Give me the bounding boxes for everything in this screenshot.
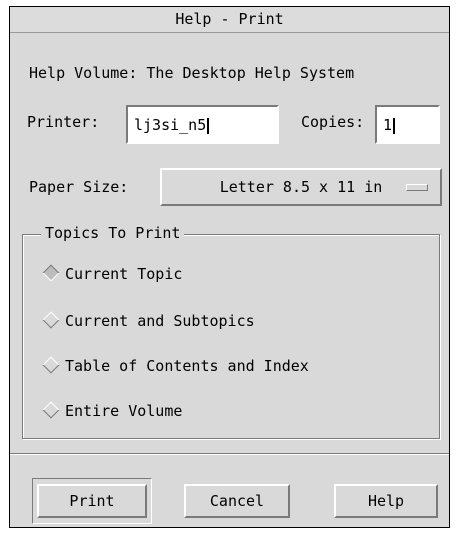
copies-label: Copies: — [301, 113, 365, 131]
radio-label: Entire Volume — [65, 402, 183, 420]
radio-diamond-icon — [42, 401, 60, 418]
radio-diamond-icon — [42, 264, 60, 281]
paper-size-menu-button[interactable]: Letter 8.5 x 11 in — [160, 168, 442, 206]
print-dialog: Help - Print Help Volume: The Desktop He… — [9, 6, 450, 528]
text-cursor — [393, 117, 396, 134]
radio-diamond-icon — [42, 311, 60, 328]
text-cursor — [207, 117, 210, 134]
printer-value: lj3si_n5 — [134, 116, 207, 134]
radio-current-and-subtopics[interactable]: Current and Subtopics — [42, 311, 255, 330]
radio-entire-volume[interactable]: Entire Volume — [42, 401, 183, 420]
separator — [10, 453, 449, 455]
radio-toc-and-index[interactable]: Table of Contents and Index — [42, 356, 309, 375]
paper-size-value: Letter 8.5 x 11 in — [219, 178, 383, 196]
printer-input[interactable]: lj3si_n5 — [126, 105, 279, 144]
copies-input[interactable]: 1 — [375, 105, 440, 144]
radio-diamond-icon — [42, 356, 60, 373]
option-menu-icon — [406, 184, 428, 191]
help-button[interactable]: Help — [334, 484, 438, 518]
radio-current-topic[interactable]: Current Topic — [42, 264, 183, 283]
cancel-button[interactable]: Cancel — [184, 484, 290, 518]
print-button[interactable]: Print — [37, 484, 147, 518]
paper-size-label: Paper Size: — [29, 178, 129, 196]
copies-value: 1 — [383, 116, 393, 134]
window-title: Help - Print — [10, 7, 449, 33]
help-volume-label: Help Volume: The Desktop Help System — [29, 64, 355, 82]
radio-label: Current Topic — [65, 265, 183, 283]
radio-label: Table of Contents and Index — [65, 357, 309, 375]
printer-label: Printer: — [27, 113, 100, 131]
radio-label: Current and Subtopics — [65, 312, 255, 330]
topics-frame-title: Topics To Print — [41, 224, 185, 242]
